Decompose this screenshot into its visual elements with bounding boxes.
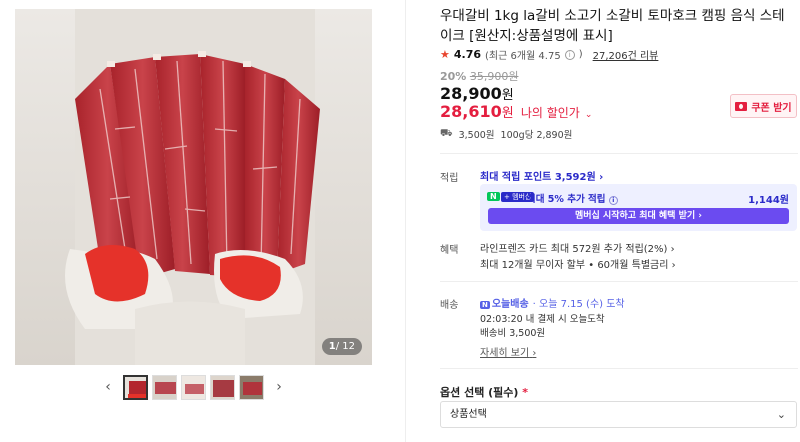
today-delivery-row: N 오늘배송 · 오늘 7.15 (수) 도착 <box>480 295 625 310</box>
today-delivery-badge: N 오늘배송 <box>480 295 529 310</box>
option-label-text: 옵션 선택 (필수) <box>440 386 519 399</box>
thumbnail-2[interactable] <box>152 374 177 400</box>
chevron-right-icon: › <box>599 172 604 183</box>
chevron-right-icon[interactable]: › <box>268 379 290 395</box>
thumbnail-image <box>153 375 176 399</box>
section-divider <box>440 153 798 154</box>
coupon-icon <box>735 101 748 111</box>
review-count-link[interactable]: 27,206건 리뷰 <box>593 47 659 62</box>
unit-price: 100g당 2,890원 <box>500 130 573 141</box>
chevron-right-icon: › <box>698 211 703 221</box>
rating-row: ★ 4.76 (최근 6개월 4.75 i) 27,206건 리뷰 <box>440 47 658 62</box>
rating-recent-close: ) <box>578 49 583 60</box>
thumbnail-image <box>211 375 234 399</box>
chevron-right-icon: › <box>532 348 537 359</box>
shipping-fee: 3,500원 <box>458 130 495 141</box>
option-label: 옵션 선택 (필수) * <box>440 384 528 400</box>
delivery-details-text: 자세히 보기 <box>480 348 530 359</box>
chevron-down-icon: ⌄ <box>776 408 786 421</box>
column-divider <box>405 0 406 442</box>
rating-recent: (최근 6개월 4.75 <box>485 51 561 62</box>
delivery-countdown: 02:03:20 내 결제 시 오늘도착 <box>480 314 605 325</box>
chevron-down-icon: ⌄ <box>584 110 593 120</box>
card-benefit-text: 라인프렌즈 카드 최대 572원 추가 적립(2%) <box>480 244 668 255</box>
installment-benefit-link[interactable]: 최대 12개월 무이자 할부 • 60개월 특별금리 › <box>480 256 676 271</box>
coupon-button[interactable]: 쿠폰 받기 <box>730 94 797 118</box>
extra-points-text: 최대 5% 추가 적립 i <box>527 191 618 205</box>
thumbnail-5[interactable] <box>239 374 264 400</box>
sale-price-unit: 원 <box>501 88 514 103</box>
star-icon: ★ <box>440 48 450 61</box>
sale-price-value: 28,900 <box>440 84 502 103</box>
membership-button-label: 멤버십 시작하고 최대 혜택 받기 <box>574 211 696 221</box>
rating-score: 4.76 <box>453 48 482 61</box>
delivery-fee: 배송비 3,500원 <box>480 328 546 339</box>
points-label: 적립 <box>440 173 459 184</box>
thumbnail-image <box>125 376 146 398</box>
shipping-summary: ⛟ 3,500원 100g당 2,890원 <box>440 127 573 142</box>
my-price-value: 28,610 <box>440 102 502 121</box>
installment-benefit-text: 최대 12개월 무이자 할부 • 60개월 특별금리 <box>480 260 669 271</box>
image-counter: 1/ 12 <box>321 338 362 355</box>
section-divider <box>440 281 798 282</box>
coupon-button-label: 쿠폰 받기 <box>751 102 792 114</box>
thumbnail-image <box>182 375 205 399</box>
delivery-details-link[interactable]: 자세히 보기 › <box>480 344 536 359</box>
info-icon[interactable]: i <box>564 49 575 60</box>
my-discount-price[interactable]: 28,610원 나의 할인가 ⌄ <box>440 102 592 121</box>
my-price-unit: 원 <box>501 106 514 121</box>
membership-points-box: N + 멤버십 최대 5% 추가 적립 i 1,144원 멤버십 시작하고 최대… <box>480 184 797 231</box>
original-price: 35,900원 <box>469 70 519 83</box>
extra-points-amount: 1,144원 <box>748 195 789 206</box>
max-points-text: 최대 적립 포인트 3,592원 <box>480 172 596 183</box>
info-icon[interactable]: i <box>608 196 618 205</box>
thumbnail-4[interactable] <box>210 374 235 400</box>
option-select-value: 상품선택 <box>450 409 487 420</box>
option-select[interactable]: 상품선택 ⌄ <box>440 401 797 428</box>
thumbnail-strip: ‹ › <box>15 372 372 402</box>
today-delivery-badge-text: 오늘배송 <box>491 299 529 310</box>
discount-row: 20% 35,900원 <box>440 68 518 84</box>
thumbnail-image <box>240 375 263 399</box>
main-product-image[interactable]: 1/ 12 <box>15 9 372 365</box>
thumbnail-1[interactable] <box>123 374 148 400</box>
membership-start-button[interactable]: 멤버십 시작하고 최대 혜택 받기 › <box>488 208 789 224</box>
beef-ribs-photo <box>15 9 372 365</box>
chevron-right-icon: › <box>671 260 676 271</box>
discount-percent: 20% <box>440 70 467 83</box>
naver-n-icon: N <box>480 301 490 309</box>
max-points-link[interactable]: 최대 적립 포인트 3,592원 › <box>480 168 603 183</box>
sale-price: 28,900원 <box>440 84 514 103</box>
benefits-label: 혜택 <box>440 245 459 256</box>
naver-pay-icon: N <box>487 192 500 201</box>
image-counter-current: 1 <box>328 341 336 352</box>
image-counter-total: / 12 <box>335 341 355 352</box>
extra-points-label: 최대 5% 추가 적립 <box>527 194 606 205</box>
arrival-date: · 오늘 7.15 (수) 도착 <box>532 299 625 310</box>
chevron-right-icon: › <box>670 244 675 255</box>
thumbnail-3[interactable] <box>181 374 206 400</box>
delivery-label: 배송 <box>440 300 459 311</box>
product-title: 우대갈비 1kg la갈비 소고기 소갈비 토마호크 캠핑 음식 스테이크 [원… <box>440 8 785 44</box>
required-mark: * <box>522 386 529 399</box>
chevron-left-icon[interactable]: ‹ <box>97 379 119 395</box>
truck-icon: ⛟ <box>440 127 453 139</box>
my-price-label: 나의 할인가 <box>520 106 580 120</box>
section-divider <box>440 368 798 369</box>
card-benefit-link[interactable]: 라인프렌즈 카드 최대 572원 추가 적립(2%) › <box>480 240 675 255</box>
